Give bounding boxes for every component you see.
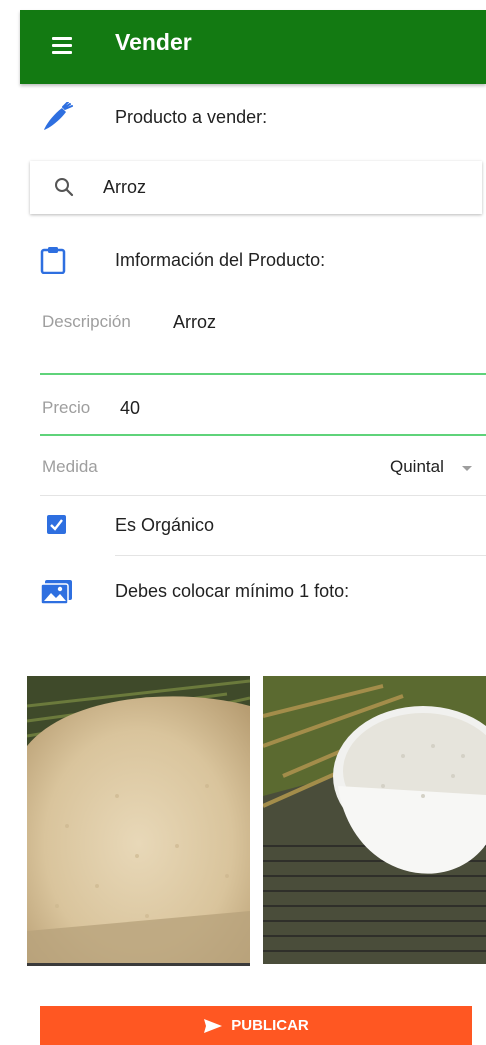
search-box[interactable]: Arroz [30, 161, 482, 214]
organic-label: Es Orgánico [115, 515, 215, 535]
price-underline [40, 434, 486, 436]
clipboard-icon [40, 247, 66, 274]
send-icon [204, 1018, 223, 1033]
search-input[interactable]: Arroz [103, 177, 146, 198]
page-title: Vender [115, 29, 192, 55]
measure-select[interactable]: Quintal [390, 457, 444, 477]
image-icon [40, 580, 72, 605]
description-underline [40, 373, 486, 375]
rice-photo-2[interactable] [263, 676, 486, 964]
photo-selected-indicator [27, 963, 250, 966]
photos-label: Debes colocar mínimo 1 foto: [115, 581, 350, 601]
description-label: Descripción [42, 312, 131, 331]
rice-photo-1[interactable] [27, 676, 250, 964]
publish-button[interactable]: PUBLICAR [40, 1006, 472, 1045]
product-info-label: Imformación del Producto: [115, 250, 326, 270]
check-icon [50, 519, 63, 531]
publish-label: PUBLICAR [231, 1017, 309, 1034]
app-bar: Vender [20, 10, 486, 84]
carrot-icon [44, 102, 73, 130]
price-label: Precio [42, 398, 91, 417]
product-label: Producto a vender: [115, 107, 268, 127]
organic-divider [115, 555, 486, 556]
menu-icon[interactable] [52, 37, 72, 55]
organic-checkbox[interactable] [47, 515, 66, 534]
search-icon [55, 178, 74, 197]
chevron-down-icon[interactable] [462, 466, 472, 471]
description-input[interactable]: Arroz [173, 312, 216, 333]
measure-label: Medida [42, 457, 98, 476]
price-input[interactable]: 40 [120, 398, 140, 419]
measure-divider [40, 495, 486, 496]
